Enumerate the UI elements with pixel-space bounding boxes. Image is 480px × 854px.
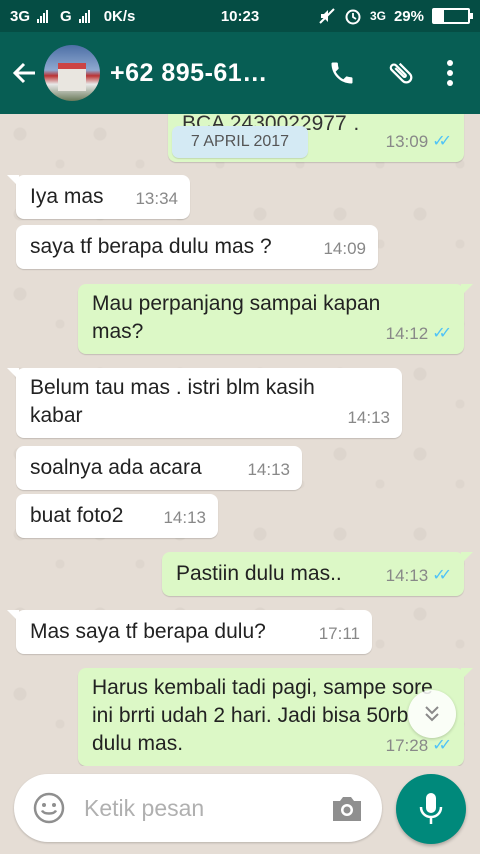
composer: Ketik pesan <box>0 766 480 854</box>
message-bubble-incoming[interactable]: Mas saya tf berapa dulu? 17:11 <box>7 610 372 654</box>
battery-fill <box>434 10 444 22</box>
message-time: 14:13 <box>247 460 290 479</box>
alarm-icon <box>345 9 361 25</box>
message-time: 14:13 <box>163 508 206 527</box>
scroll-to-bottom-button[interactable] <box>408 690 456 738</box>
message-time: 14:09 <box>323 239 366 258</box>
back-arrow-icon <box>12 62 35 84</box>
more-icon[interactable] <box>446 59 454 87</box>
message-text: soalnya ada acara <box>30 456 202 479</box>
message-bubble-incoming[interactable]: saya tf berapa dulu mas ? 14:09 <box>16 225 378 269</box>
call-icon[interactable] <box>328 59 356 87</box>
message-bubble-incoming[interactable]: Belum tau mas . istri blm kasih kabar 14… <box>7 368 402 438</box>
message-time: 17:11 <box>318 624 360 643</box>
read-receipt-icon: ✓✓ <box>432 325 452 342</box>
message-time: 17:28 <box>385 736 429 755</box>
contact-name[interactable]: +62 895-61… <box>110 59 268 88</box>
battery-percent: 29% <box>393 7 424 25</box>
back-button[interactable] <box>4 53 44 93</box>
message-bubble-outgoing[interactable]: Mau perpanjang sampai kapan mas? 14:12 ✓✓ <box>78 284 473 354</box>
message-input[interactable]: Ketik pesan <box>14 774 382 842</box>
message-text: Mau perpanjang sampai kapan mas? <box>92 292 381 343</box>
message-time: 13:09 <box>385 132 429 151</box>
network-type-3: 3G <box>369 9 386 23</box>
data-speed: 0K/s <box>103 7 136 25</box>
message-placeholder: Ketik pesan <box>84 794 205 821</box>
message-time: 14:13 <box>385 566 429 585</box>
message-bubble-outgoing[interactable]: Harus kembali tadi pagi, sampe sore ini … <box>78 668 473 766</box>
signal-icon <box>37 9 49 23</box>
signal-icon-2 <box>78 9 90 23</box>
message-text: Mas saya tf berapa dulu? <box>30 620 266 643</box>
chat-header: +62 895-61… <box>0 32 480 114</box>
attach-icon[interactable] <box>386 58 416 88</box>
message-bubble-incoming[interactable]: soalnya ada acara 14:13 <box>16 446 302 490</box>
voice-record-button[interactable] <box>396 774 466 844</box>
message-time: 14:13 <box>347 408 390 427</box>
message-bubble-incoming[interactable]: Iya mas 13:34 <box>7 175 190 219</box>
battery-icon <box>432 8 473 24</box>
emoji-icon[interactable] <box>32 791 66 825</box>
mic-icon <box>419 793 443 824</box>
read-receipt-icon: ✓✓ <box>432 567 452 584</box>
camera-icon[interactable] <box>330 794 364 824</box>
read-receipt-icon: ✓✓ <box>432 133 452 150</box>
avatar[interactable] <box>44 45 100 101</box>
message-text: buat foto2 <box>30 504 124 527</box>
message-time: 13:34 <box>135 189 178 208</box>
message-text: Pastiin dulu mas.. <box>176 562 342 585</box>
date-chip: 7 APRIL 2017 <box>172 126 308 158</box>
message-time: 14:12 <box>385 324 429 343</box>
network-type-1: 3G <box>10 7 31 25</box>
message-bubble-incoming[interactable]: buat foto2 14:13 <box>16 494 218 538</box>
double-chevron-down-icon <box>425 706 439 722</box>
message-text: Harus kembali tadi pagi, sampe sore ini … <box>92 676 433 755</box>
message-text: Belum tau mas . istri blm kasih kabar <box>30 376 315 427</box>
message-text: Iya mas <box>30 185 104 208</box>
message-list[interactable]: BCA 2430022977 … ani 13:09✓✓ 7 APRIL 201… <box>0 114 480 766</box>
message-text: saya tf berapa dulu mas ? <box>30 235 272 258</box>
network-type-2: G <box>60 7 72 25</box>
status-bar: 3G G 0K/s 10:23 3G 29% <box>0 0 480 32</box>
message-bubble-outgoing[interactable]: Pastiin dulu mas.. 14:13 ✓✓ <box>162 552 473 596</box>
mute-icon <box>319 8 335 24</box>
